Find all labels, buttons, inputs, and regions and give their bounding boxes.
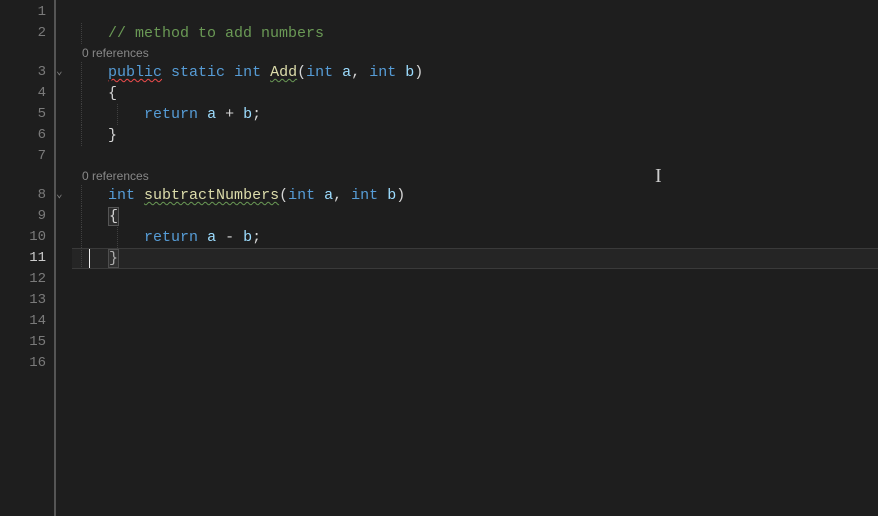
code-area[interactable]: // method to add numbers 0 references pu… <box>72 0 878 516</box>
line-number: 10 <box>0 227 54 248</box>
code-line[interactable]: { <box>72 206 878 227</box>
chevron-down-icon[interactable]: ⌄ <box>56 62 63 83</box>
line-number: 3 <box>0 62 54 83</box>
line-number: 9 <box>0 206 54 227</box>
code-line[interactable] <box>72 353 878 374</box>
line-number-gutter: 1 2 3 4 5 6 7 8 9 10 11 12 13 14 15 16 <box>0 0 54 516</box>
line-number: 14 <box>0 311 54 332</box>
chevron-down-icon[interactable]: ⌄ <box>56 185 63 206</box>
code-line[interactable]: { <box>72 83 878 104</box>
code-line[interactable] <box>72 311 878 332</box>
line-number: 2 <box>0 23 54 44</box>
line-number: 7 <box>0 146 54 167</box>
code-line[interactable]: } <box>72 125 878 146</box>
line-number: 4 <box>0 83 54 104</box>
line-number: 12 <box>0 269 54 290</box>
code-line[interactable] <box>72 2 878 23</box>
line-number: 5 <box>0 104 54 125</box>
line-number: 8 <box>0 185 54 206</box>
code-line[interactable]: return a - b; <box>72 227 878 248</box>
fold-gutter: ⌄ ⌄ <box>58 0 72 516</box>
code-editor[interactable]: 1 2 3 4 5 6 7 8 9 10 11 12 13 14 15 16 ⌄… <box>0 0 878 516</box>
line-number: 6 <box>0 125 54 146</box>
code-line[interactable] <box>72 146 878 167</box>
code-line[interactable]: public static int Add(int a, int b) <box>72 62 878 83</box>
line-number: 15 <box>0 332 54 353</box>
code-line[interactable] <box>72 290 878 311</box>
codelens-references[interactable]: 0 references <box>72 44 878 62</box>
code-line[interactable]: // method to add numbers <box>72 23 878 44</box>
code-line[interactable] <box>72 269 878 290</box>
text-cursor <box>89 249 90 268</box>
code-line[interactable] <box>72 332 878 353</box>
active-line-highlight <box>72 248 878 269</box>
line-number: 1 <box>0 2 54 23</box>
codelens-references[interactable]: 0 references <box>72 167 878 185</box>
line-number: 13 <box>0 290 54 311</box>
line-number: 16 <box>0 353 54 374</box>
code-line[interactable]: return a + b; <box>72 104 878 125</box>
code-line[interactable]: int subtractNumbers(int a, int b) <box>72 185 878 206</box>
comment-text: // method to add numbers <box>108 25 324 42</box>
code-line[interactable]: } <box>72 248 878 269</box>
line-number: 11 <box>0 248 54 269</box>
